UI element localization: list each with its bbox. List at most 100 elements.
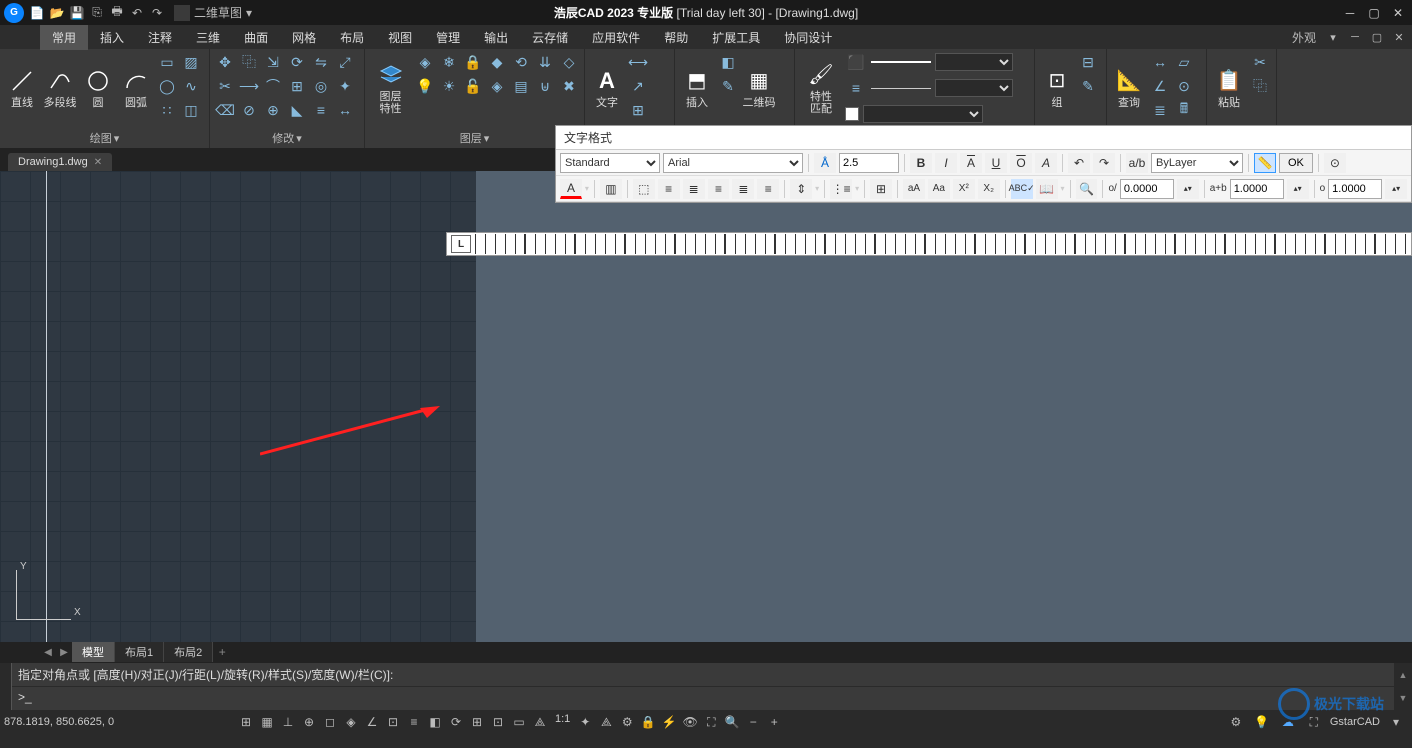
dictionaries-icon[interactable]: 📖 — [1036, 179, 1058, 199]
ortho-icon[interactable]: ⊥ — [278, 713, 298, 731]
maximize-button[interactable]: ▢ — [1364, 4, 1384, 22]
bold-button[interactable]: B — [910, 153, 932, 173]
transparency-icon[interactable]: ◧ — [425, 713, 445, 731]
cmd-scroll-down-icon[interactable]: ▼ — [1394, 687, 1412, 711]
redo-text-icon[interactable]: ↷ — [1093, 153, 1115, 173]
menu-manage[interactable]: 管理 — [424, 25, 472, 50]
tracking-input[interactable] — [1230, 179, 1284, 199]
doc-maximize-button[interactable]: ▢ — [1368, 29, 1386, 45]
mirror-icon[interactable]: ⇋ — [310, 51, 332, 73]
region-icon[interactable]: ◫ — [180, 99, 202, 121]
break-icon[interactable]: ⊘ — [238, 99, 260, 121]
menu-common[interactable]: 常用 — [40, 25, 88, 50]
color-row[interactable]: ByLayer — [845, 103, 1013, 125]
chevron-down-icon[interactable]: ▾ — [296, 132, 302, 145]
erase-icon[interactable]: ⌫ — [214, 99, 236, 121]
rotate-icon[interactable]: ⟳ — [286, 51, 308, 73]
lengthen-icon[interactable]: ↔ — [334, 99, 356, 121]
workspace-selector[interactable]: 二维草图 ▾ — [174, 4, 252, 21]
match-properties-button[interactable]: 🖌 特性 匹配 — [799, 51, 843, 125]
cut-icon[interactable]: ✂ — [1249, 51, 1271, 73]
lineweight-row[interactable]: ≡ ByLayer — [845, 77, 1013, 99]
move-icon[interactable]: ✥ — [214, 51, 236, 73]
hatch-icon[interactable]: ▨ — [180, 51, 202, 73]
fillet-icon[interactable]: ⌒ — [262, 75, 284, 97]
layer-off-icon[interactable]: ◈ — [414, 51, 436, 73]
color-highlight-icon[interactable]: A — [560, 179, 582, 199]
layer-color-row[interactable]: ⬛ ByLayer — [845, 51, 1013, 73]
arc-tool-button[interactable]: 圆弧 — [118, 51, 154, 125]
explode-icon[interactable]: ✦ — [334, 75, 356, 97]
close-button[interactable]: ✕ — [1388, 4, 1408, 22]
zoom-in-icon[interactable]: + — [764, 713, 784, 731]
italic-button[interactable]: I — [935, 153, 957, 173]
new-file-icon[interactable]: 📄 — [28, 4, 46, 22]
menu-layout[interactable]: 布局 — [328, 25, 376, 50]
copy-clip-icon[interactable]: ⿻ — [1249, 75, 1271, 97]
plot-icon[interactable]: 🖶 — [108, 4, 126, 22]
spline-icon[interactable]: ∿ — [180, 75, 202, 97]
text-ruler[interactable]: L — [446, 232, 1412, 256]
line-spacing-icon[interactable]: ⇕ — [790, 179, 812, 199]
saveas-icon[interactable]: ⎘ — [88, 4, 106, 22]
distance-icon[interactable]: ↔ — [1149, 51, 1171, 73]
doc-minimize-button[interactable]: ─ — [1346, 29, 1364, 45]
ruler-toggle-icon[interactable]: 📏 — [1254, 153, 1276, 173]
text-height-input[interactable] — [839, 153, 899, 173]
layer-match-icon[interactable]: ⇊ — [534, 51, 556, 73]
columns-icon[interactable]: ▥ — [600, 179, 622, 199]
copy-icon[interactable]: ⿻ — [238, 51, 260, 73]
chevron-down-icon[interactable]: ▾ — [114, 132, 120, 145]
gear-icon[interactable]: ⚙ — [1226, 713, 1246, 731]
menu-output[interactable]: 输出 — [472, 25, 520, 50]
add-layout-button[interactable]: + — [213, 644, 231, 660]
width-factor-input[interactable] — [1328, 179, 1382, 199]
text-style-select[interactable]: Standard — [560, 153, 660, 173]
annoscale-icon[interactable]: ⟁ — [530, 713, 550, 731]
uppercase-icon[interactable]: aA — [903, 179, 925, 199]
layout2-tab[interactable]: 布局2 — [164, 642, 213, 662]
doc-close-button[interactable]: ✕ — [1390, 29, 1408, 45]
qrcode-button[interactable]: ▦ 二维码 — [741, 51, 777, 125]
join-icon[interactable]: ⊕ — [262, 99, 284, 121]
document-tab[interactable]: Drawing1.dwg ✕ — [8, 153, 112, 171]
layer-lock-icon[interactable]: 🔒 — [462, 51, 484, 73]
save-icon[interactable]: 💾 — [68, 4, 86, 22]
text-color-select[interactable]: ByLayer — [1151, 153, 1243, 173]
open-file-icon[interactable]: 📂 — [48, 4, 66, 22]
annotation-auto-icon[interactable]: ⟁ — [596, 713, 616, 731]
chevron-down-icon[interactable]: ▾ — [855, 184, 859, 193]
text-font-select[interactable]: Arial — [663, 153, 803, 173]
layout1-tab[interactable]: 布局1 — [115, 642, 164, 662]
align-icon[interactable]: ≡ — [310, 99, 332, 121]
redo-icon[interactable]: ↷ — [148, 4, 166, 22]
underline-button[interactable]: U — [985, 153, 1007, 173]
menu-insert[interactable]: 插入 — [88, 25, 136, 50]
layer-thaw-icon[interactable]: ☀ — [438, 75, 460, 97]
point-icon[interactable]: ∷ — [156, 99, 178, 121]
chevron-down-icon[interactable]: ▾ — [484, 132, 490, 145]
scale-icon[interactable]: ⤢ — [334, 51, 356, 73]
extend-icon[interactable]: ⟶ — [238, 75, 260, 97]
undo-text-icon[interactable]: ↶ — [1068, 153, 1090, 173]
subscript-icon[interactable]: X₂ — [978, 179, 1000, 199]
polyline-tool-button[interactable]: 多段线 — [42, 51, 78, 125]
polar-icon[interactable]: ⊕ — [299, 713, 319, 731]
area-icon[interactable]: ▱ — [1173, 51, 1195, 73]
menu-3d[interactable]: 三维 — [184, 25, 232, 50]
tracking-stepper-icon[interactable]: ▴▾ — [1287, 179, 1309, 199]
id-point-icon[interactable]: ⊙ — [1173, 75, 1195, 97]
font-a-button[interactable]: A — [960, 153, 982, 173]
expand-icon[interactable]: ⛶ — [1304, 713, 1324, 731]
layer-unlock-icon[interactable]: 🔓 — [462, 75, 484, 97]
superscript-icon[interactable]: X² — [953, 179, 975, 199]
snap-grid-icon[interactable]: ⊞ — [236, 713, 256, 731]
group-edit-icon[interactable]: ✎ — [1077, 75, 1099, 97]
layer-delete-icon[interactable]: ✖ — [558, 75, 580, 97]
stretch-icon[interactable]: ⇲ — [262, 51, 284, 73]
chamfer-icon[interactable]: ◣ — [286, 99, 308, 121]
color-select[interactable]: ByLayer — [863, 105, 983, 123]
line-tool-button[interactable]: 直线 — [4, 51, 40, 125]
layer-merge-icon[interactable]: ⊎ — [534, 75, 556, 97]
align-center-icon[interactable]: ≣ — [683, 179, 705, 199]
